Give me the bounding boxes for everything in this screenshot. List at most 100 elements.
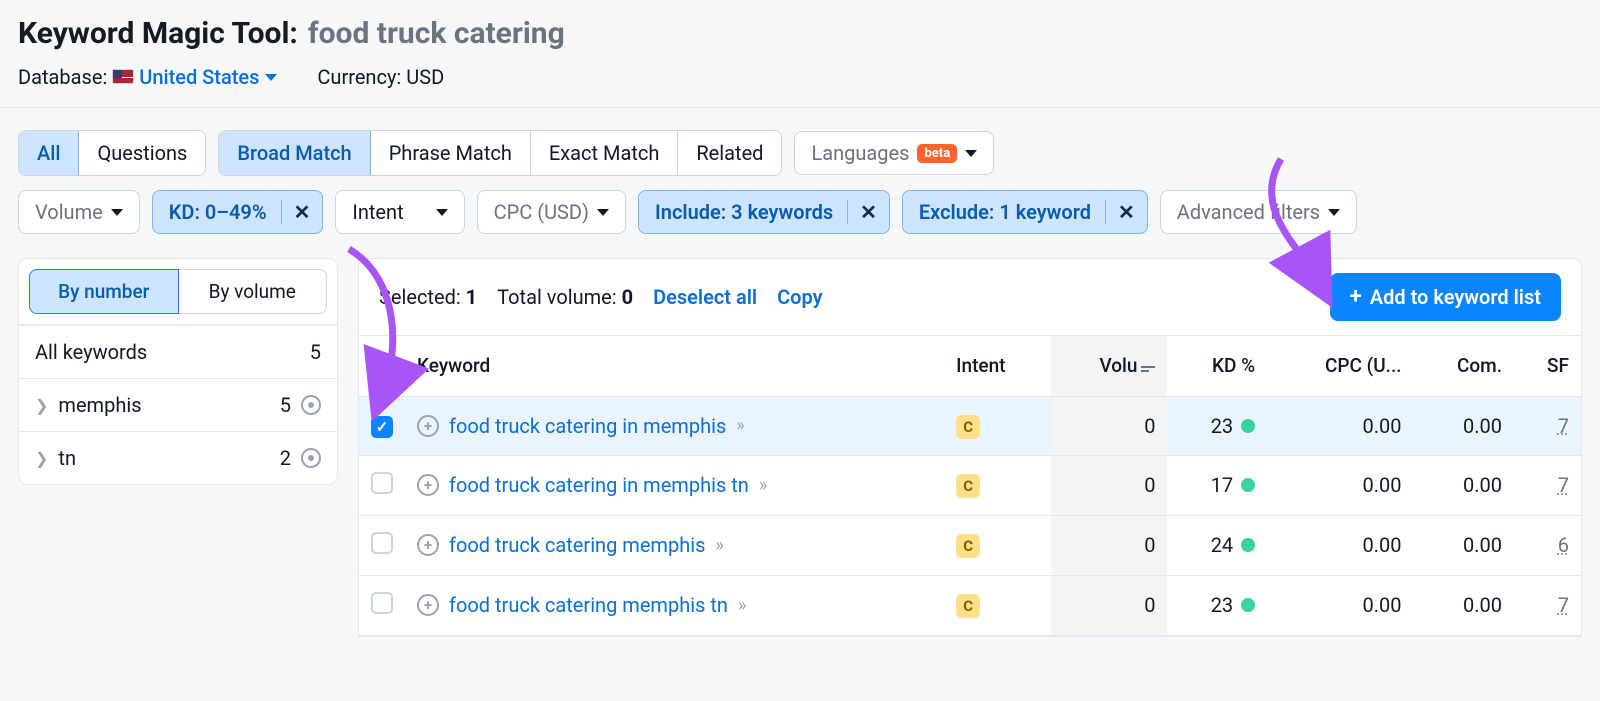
filter-kd[interactable]: KD: 0–49% ✕ <box>152 190 324 234</box>
tab-all[interactable]: All <box>19 131 79 175</box>
row-checkbox[interactable] <box>371 532 393 554</box>
row-checkbox[interactable]: ✓ <box>371 416 393 438</box>
keyword-link[interactable]: food truck catering in memphis <box>449 414 726 438</box>
filter-advanced[interactable]: Advanced filters <box>1160 190 1357 234</box>
cell-com: 0.00 <box>1414 515 1514 575</box>
filter-include[interactable]: Include: 3 keywords ✕ <box>638 190 890 234</box>
col-volume[interactable]: Volu <box>1051 336 1168 396</box>
sidebar-all-keywords[interactable]: All keywords 5 <box>19 325 337 378</box>
filter-exclude-clear[interactable]: ✕ <box>1105 200 1147 224</box>
add-keyword-icon[interactable]: + <box>417 474 439 496</box>
plus-icon: + <box>1350 286 1362 308</box>
cell-volume: 0 <box>1051 455 1168 515</box>
add-keyword-icon[interactable]: + <box>417 534 439 556</box>
cell-sf: 7 <box>1514 575 1581 635</box>
chevron-down-icon <box>965 150 977 157</box>
col-intent[interactable]: Intent <box>944 336 1051 396</box>
chevron-right-icon: ❯ <box>35 449 48 468</box>
double-chevron-icon: » <box>715 535 719 556</box>
sidebar-tab-by-number[interactable]: By number <box>29 269 179 314</box>
intent-badge: C <box>956 594 980 618</box>
chevron-right-icon: ❯ <box>35 396 48 415</box>
copy-button[interactable]: Copy <box>777 285 822 309</box>
chevron-down-icon <box>436 209 448 216</box>
cell-cpc: 0.00 <box>1267 396 1413 455</box>
page-title-label: Keyword Magic Tool: <box>18 16 298 51</box>
col-cpc[interactable]: CPC (U... <box>1267 336 1413 396</box>
deselect-all-button[interactable]: Deselect all <box>653 285 757 309</box>
difficulty-dot-icon <box>1241 419 1255 433</box>
col-kd[interactable]: KD % <box>1167 336 1267 396</box>
currency-display: Currency: USD <box>317 65 444 89</box>
database-label: Database: <box>18 65 107 89</box>
cell-volume: 0 <box>1051 396 1168 455</box>
sidebar-tab-by-volume[interactable]: By volume <box>179 269 328 314</box>
keyword-link[interactable]: food truck catering in memphis tn <box>449 473 749 497</box>
sidebar-group[interactable]: ❯tn 2 <box>19 431 337 484</box>
cell-volume: 0 <box>1051 515 1168 575</box>
add-keyword-icon[interactable]: + <box>417 415 439 437</box>
double-chevron-icon: » <box>759 475 763 496</box>
filter-cpc[interactable]: CPC (USD) <box>477 190 626 234</box>
intent-badge: C <box>956 474 980 498</box>
database-selector[interactable]: Database: United States <box>18 65 277 89</box>
row-checkbox[interactable] <box>371 472 393 494</box>
cell-com: 0.00 <box>1414 396 1514 455</box>
cell-cpc: 0.00 <box>1267 515 1413 575</box>
filter-exclude[interactable]: Exclude: 1 keyword ✕ <box>902 190 1148 234</box>
col-keyword[interactable]: Keyword <box>405 336 944 396</box>
database-value: United States <box>139 65 259 89</box>
intent-badge: C <box>956 534 980 558</box>
col-com[interactable]: Com. <box>1414 336 1514 396</box>
difficulty-dot-icon <box>1241 598 1255 612</box>
page-title-query: food truck catering <box>308 16 565 51</box>
chevron-down-icon <box>1328 209 1340 216</box>
sidebar-group[interactable]: ❯memphis 5 <box>19 378 337 431</box>
eye-icon[interactable] <box>301 448 321 468</box>
keyword-link[interactable]: food truck catering memphis <box>449 533 705 557</box>
filter-intent[interactable]: Intent <box>335 190 464 234</box>
cell-cpc: 0.00 <box>1267 575 1413 635</box>
chevron-down-icon <box>111 209 123 216</box>
add-to-keyword-list-button[interactable]: + Add to keyword list <box>1330 273 1561 321</box>
table-row: +food truck catering in memphis tn »C017… <box>359 455 1581 515</box>
results-table: Keyword Intent Volu KD % CPC (U... Com. … <box>359 336 1581 636</box>
cell-sf: 7 <box>1514 455 1581 515</box>
difficulty-dot-icon <box>1241 538 1255 552</box>
chevron-down-icon <box>597 209 609 216</box>
cell-com: 0.00 <box>1414 575 1514 635</box>
cell-kd: 24 <box>1167 515 1267 575</box>
keyword-link[interactable]: food truck catering memphis tn <box>449 593 728 617</box>
match-segmented: Broad Match Phrase Match Exact Match Rel… <box>218 130 782 176</box>
cell-kd: 23 <box>1167 575 1267 635</box>
table-row: ✓ + food truck catering in memphis » C 023 0… <box>359 396 1581 455</box>
filter-kd-clear[interactable]: ✕ <box>281 200 323 224</box>
eye-icon[interactable] <box>301 395 321 415</box>
select-all-checkbox[interactable] <box>371 358 393 380</box>
chevron-down-icon <box>265 74 277 81</box>
filter-include-clear[interactable]: ✕ <box>847 200 889 224</box>
cell-sf: 7 <box>1514 396 1581 455</box>
filter-volume[interactable]: Volume <box>18 190 140 234</box>
double-chevron-icon: » <box>738 595 742 616</box>
tab-phrase-match[interactable]: Phrase Match <box>371 131 531 175</box>
tab-broad-match[interactable]: Broad Match <box>219 131 370 175</box>
add-keyword-icon[interactable]: + <box>417 594 439 616</box>
total-volume: Total volume: 0 <box>497 285 633 309</box>
row-checkbox[interactable] <box>371 592 393 614</box>
col-sf[interactable]: SF <box>1514 336 1581 396</box>
cell-kd: 23 <box>1167 396 1267 455</box>
intent-badge: C <box>956 415 980 439</box>
selected-count: Selected: 1 <box>379 285 477 309</box>
type-segmented: All Questions <box>18 130 206 176</box>
double-chevron-icon: » <box>736 415 740 436</box>
tab-questions[interactable]: Questions <box>79 131 205 175</box>
results-panel: Selected: 1 Total volume: 0 Deselect all… <box>358 258 1582 637</box>
tab-exact-match[interactable]: Exact Match <box>531 131 679 175</box>
table-row: +food truck catering memphis tn »C023 0.… <box>359 575 1581 635</box>
languages-dropdown[interactable]: Languages beta <box>794 131 994 175</box>
flag-us-icon <box>112 69 134 84</box>
cell-com: 0.00 <box>1414 455 1514 515</box>
tab-related[interactable]: Related <box>678 131 781 175</box>
cell-cpc: 0.00 <box>1267 455 1413 515</box>
